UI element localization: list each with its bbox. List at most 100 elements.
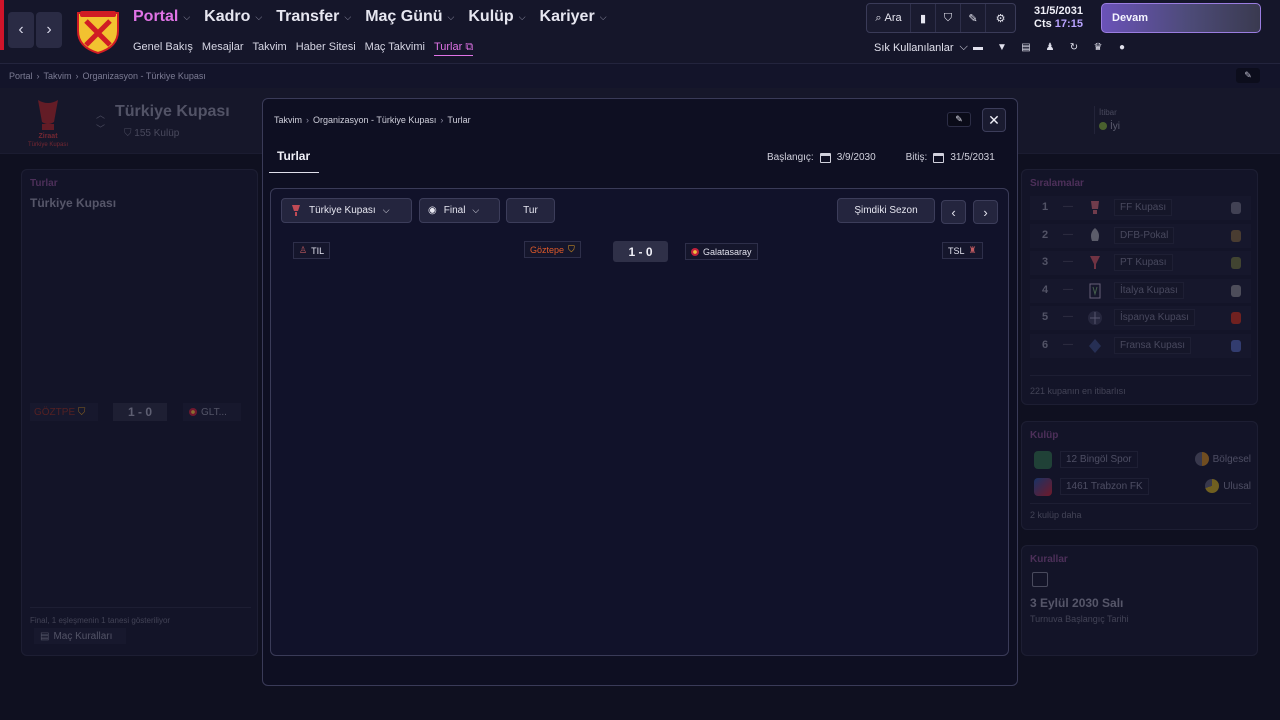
continue-button[interactable]: Devam	[1101, 3, 1261, 33]
menu-club[interactable]: Kulüp ⌵	[468, 8, 525, 26]
submenu-news[interactable]: Haber Sitesi	[296, 41, 356, 56]
club-badge-icon	[189, 408, 197, 416]
clipboard-icon[interactable]: ▤	[1020, 41, 1032, 53]
chevron-down-icon: ⌵	[382, 205, 390, 215]
refresh-icon[interactable]: ↻	[1068, 41, 1080, 53]
submenu-fixtures[interactable]: Maç Takvimi	[365, 41, 425, 56]
tab-rounds[interactable]: Turlar	[269, 143, 319, 173]
player-button[interactable]: ⛉	[936, 4, 961, 32]
cup-name[interactable]: FF Kupası	[1114, 199, 1173, 216]
divider	[1030, 503, 1251, 504]
end-date: 31/5/2031	[950, 152, 995, 163]
cup-logo-icon: Ziraat Türkiye Kupası	[28, 100, 68, 148]
rank-number: 1	[1042, 201, 1049, 213]
chevron-down-icon: ⌵	[959, 41, 968, 53]
chevron-left-icon: ‹	[951, 204, 956, 220]
search-button[interactable]: ⌕ Ara	[867, 4, 911, 32]
ranking-row[interactable]: 1 — FF Kupası	[1030, 196, 1251, 220]
competition-select[interactable]: Türkiye Kupası ⌵	[281, 198, 412, 223]
match-score[interactable]: 1 - 0	[613, 241, 668, 262]
rank-change: —	[1063, 284, 1073, 295]
club-crest-icon[interactable]	[74, 7, 122, 55]
stage-select-value: Final	[443, 205, 466, 216]
cup-name[interactable]: Fransa Kupası	[1114, 337, 1192, 354]
more-clubs-link[interactable]: 2 kulüp daha	[1030, 510, 1082, 520]
club-row[interactable]: 1461 Trabzon FK Ulusal	[1030, 475, 1251, 499]
back-button[interactable]: ‹	[8, 12, 34, 48]
close-button[interactable]: ✕	[982, 108, 1006, 132]
close-icon: ✕	[988, 111, 1000, 128]
next-button[interactable]: ›	[973, 200, 998, 224]
edit-button[interactable]: ✎	[961, 4, 986, 32]
favourites-dropdown[interactable]: Sık Kullanılanlar ⌵	[874, 41, 968, 54]
panel-competition: Türkiye Kupası	[30, 196, 117, 210]
previous-button[interactable]: ‹	[941, 200, 966, 224]
submenu-calendar[interactable]: Takvim	[253, 41, 287, 56]
cup-name[interactable]: İtalya Kupası	[1114, 282, 1184, 299]
calendar-icon	[1032, 572, 1048, 587]
shirt-icon[interactable]: ▼	[996, 41, 1008, 53]
trophy-icon[interactable]: ♛	[1092, 41, 1104, 53]
match-row[interactable]: GÖZTPE ⛉ 1 - 0 GLT...	[30, 403, 255, 421]
submenu-overview[interactable]: Genel Bakış	[133, 41, 193, 56]
cup-name[interactable]: DFB-Pokal	[1114, 227, 1175, 244]
home-team-name: GÖZTPE	[34, 406, 76, 418]
forward-button[interactable]: ›	[36, 12, 62, 48]
favourites-label: Sık Kullanılanlar	[874, 41, 954, 54]
match-rules-button[interactable]: ▤ Maç Kuralları	[34, 628, 126, 644]
round-button[interactable]: Tur	[506, 198, 555, 223]
country-flag-icon	[1231, 202, 1241, 214]
home-league-tag[interactable]: ♙ TIL	[293, 242, 331, 259]
edit-page-button[interactable]: ✎	[1236, 68, 1260, 83]
breadcrumb-item[interactable]: Organizasyon - Türkiye Kupası	[83, 71, 206, 81]
staff-icon[interactable]: ♟	[1044, 41, 1056, 53]
chevron-down-icon: ⌵	[183, 11, 191, 22]
cup-name[interactable]: İspanya Kupası	[1114, 309, 1195, 326]
ranking-row[interactable]: 4 — İtalya Kupası	[1030, 279, 1251, 303]
divider	[1030, 375, 1251, 376]
rounds-panel: Turlar Türkiye Kupası GÖZTPE ⛉ 1 - 0 GLT…	[21, 169, 258, 656]
top-bar: ‹ › Portal ⌵ Kadro ⌵ Transfer ⌵ Maç Günü ⌵ K…	[0, 0, 1280, 64]
rank-change: —	[1063, 256, 1073, 267]
away-league-tag[interactable]: TSL ♜	[942, 242, 983, 259]
stage-select[interactable]: ◉ Final ⌵	[419, 198, 500, 223]
settings-button[interactable]: ⚙	[986, 4, 1015, 32]
club-name[interactable]: 1461 Trabzon FK	[1060, 478, 1149, 495]
breadcrumb-item[interactable]: Organizasyon - Türkiye Kupası	[313, 115, 436, 125]
breadcrumb-item[interactable]: Takvim	[274, 115, 302, 125]
home-team[interactable]: Göztepe ⛉	[524, 241, 581, 258]
bookmark-button[interactable]: ▮	[911, 4, 936, 32]
submenu-messages[interactable]: Mesajlar	[202, 41, 244, 56]
ranking-row[interactable]: 3 — PT Kupası	[1030, 251, 1251, 275]
ranking-row[interactable]: 2 — DFB-Pokal	[1030, 224, 1251, 248]
match-score[interactable]: 1 - 0	[113, 403, 167, 421]
club-name[interactable]: 12 Bingöl Spor	[1060, 451, 1138, 468]
breadcrumb-item[interactable]: Takvim	[44, 71, 72, 81]
people-icon[interactable]: ●	[1116, 41, 1128, 53]
club-row[interactable]: 12 Bingöl Spor Bölgesel	[1030, 448, 1251, 472]
ranking-row[interactable]: 5 — İspanya Kupası	[1030, 306, 1251, 330]
ranking-row[interactable]: 6 — Fransa Kupası	[1030, 334, 1251, 358]
menu-transfer[interactable]: Transfer ⌵	[276, 8, 351, 26]
away-team[interactable]: GLT...	[183, 403, 241, 421]
away-team[interactable]: Galatasaray	[685, 243, 758, 260]
home-team[interactable]: GÖZTPE ⛉	[30, 403, 98, 421]
menu-squad[interactable]: Kadro ⌵	[204, 8, 262, 26]
document-icon: ▤	[40, 630, 50, 642]
club-panel: Kulüp 12 Bingöl Spor Bölgesel 1461 Trabz…	[1021, 421, 1258, 530]
current-season-button[interactable]: Şimdiki Sezon	[837, 198, 935, 223]
rank-change: —	[1063, 201, 1073, 212]
trophy-icon	[1091, 228, 1099, 241]
home-league-name: TIL	[311, 245, 325, 256]
cup-name[interactable]: PT Kupası	[1114, 254, 1173, 271]
menu-matchday[interactable]: Maç Günü ⌵	[365, 8, 454, 26]
weekday-text: Cts	[1034, 18, 1052, 30]
menu-career[interactable]: Kariyer ⌵	[540, 8, 607, 26]
trophy-icon	[1089, 339, 1101, 353]
breadcrumb-item[interactable]: Portal	[9, 71, 33, 81]
menu-portal[interactable]: Portal ⌵	[133, 8, 190, 26]
submenu-rounds[interactable]: Turlar ⧉	[433, 41, 474, 56]
chat-icon[interactable]: ▬	[972, 41, 984, 53]
competition-switch-icon[interactable]: ︿ ﹀	[96, 108, 105, 136]
dialog-edit-button[interactable]: ✎	[947, 112, 971, 127]
